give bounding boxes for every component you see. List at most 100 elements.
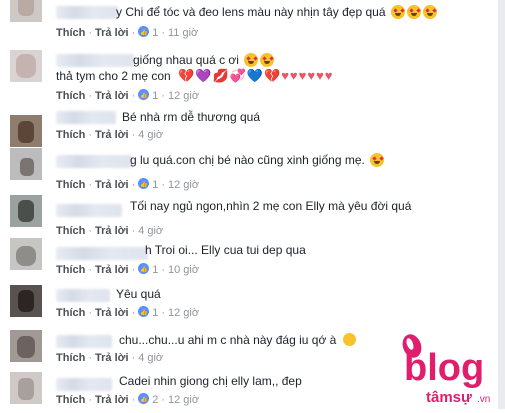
comment-actions: Thích·Trả lời·1·12 giờ bbox=[56, 306, 199, 320]
heart-emoji: ♥ bbox=[324, 68, 333, 83]
comment-text: Cadei nhin giong chị elly lam,, đep bbox=[119, 374, 302, 388]
avatar[interactable] bbox=[10, 285, 42, 317]
commenter-name[interactable] bbox=[56, 378, 112, 391]
comment-time[interactable]: 12 giờ bbox=[168, 90, 199, 102]
comment-actions: Thích · Trả lời · 4 giờ bbox=[56, 129, 164, 141]
reply-link[interactable]: Trả lời bbox=[95, 27, 129, 39]
avatar[interactable] bbox=[10, 148, 42, 180]
avatar[interactable] bbox=[10, 372, 42, 404]
commenter-name[interactable] bbox=[56, 111, 116, 124]
comment-text-line2: thả tym cho 2 mẹ con 💔💜💋💞💙💔♥♥♥♥♥♥ bbox=[56, 68, 333, 84]
like-count[interactable]: 1 bbox=[152, 179, 158, 191]
comment-time[interactable]: 10 giờ bbox=[168, 264, 199, 276]
reply-link[interactable]: Trả lời bbox=[95, 264, 129, 276]
comment-actions: Thích·Trả lời·2·12 giờ bbox=[56, 393, 199, 407]
like-count-icon bbox=[138, 393, 150, 407]
kiss-mark-emoji: 💋 bbox=[212, 68, 229, 83]
purple-heart-emoji: 💜 bbox=[195, 68, 212, 83]
like-link[interactable]: Thích bbox=[56, 307, 85, 319]
heart-eyes-emoji bbox=[422, 5, 437, 19]
comment-actions: Thích·Trả lời·1·12 giờ bbox=[56, 89, 199, 103]
broken-heart-emoji: 💔 bbox=[264, 68, 281, 83]
comment-actions: Thích · Trả lời · 4 giờ bbox=[56, 225, 164, 237]
comment-text: Bé nhà rm dễ thương quá bbox=[122, 110, 260, 124]
like-count-icon bbox=[138, 26, 150, 40]
avatar[interactable] bbox=[10, 115, 42, 147]
blue-heart-emoji: 💙 bbox=[246, 68, 264, 83]
heart-emoji: ♥ bbox=[307, 68, 316, 83]
broken-heart-emoji: 💔 bbox=[178, 68, 195, 83]
comment-text: g lu quá.con chị bé nào cũng xinh giống … bbox=[130, 153, 385, 167]
reply-link[interactable]: Trả lời bbox=[95, 307, 129, 319]
comment-time[interactable]: 11 giờ bbox=[168, 27, 198, 39]
heart-eyes-emoji bbox=[390, 5, 405, 19]
like-link[interactable]: Thích bbox=[56, 352, 85, 364]
avatar[interactable] bbox=[10, 238, 42, 270]
like-count-icon bbox=[138, 89, 150, 103]
comment-time[interactable]: 4 giờ bbox=[138, 225, 163, 237]
commenter-name[interactable] bbox=[56, 335, 112, 348]
heart-emoji: 💞 bbox=[229, 68, 246, 83]
heart-emoji: ♥ bbox=[289, 68, 298, 83]
comment-text: Yêu quá bbox=[116, 287, 161, 301]
like-count[interactable]: 1 bbox=[152, 264, 158, 276]
comment-actions: Thích·Trả lời·1·11 giờ bbox=[56, 26, 198, 40]
commenter-name[interactable] bbox=[56, 155, 132, 168]
comment-time[interactable]: 12 giờ bbox=[168, 394, 199, 406]
comment-actions: Thích·Trả lời·1·10 giờ bbox=[56, 263, 199, 277]
commenter-name[interactable] bbox=[56, 6, 118, 19]
like-count-icon bbox=[138, 306, 150, 320]
comment-actions: Thích·Trả lời·1·12 giờ bbox=[56, 178, 199, 192]
reply-link[interactable]: Trả lời bbox=[95, 225, 129, 237]
like-link[interactable]: Thích bbox=[56, 179, 85, 191]
heart-emoji: ♥ bbox=[281, 68, 289, 83]
comment-time[interactable]: 12 giờ bbox=[168, 307, 199, 319]
logo-sub-text: tâmsự bbox=[426, 389, 472, 406]
like-link[interactable]: Thích bbox=[56, 394, 85, 406]
like-link[interactable]: Thích bbox=[56, 90, 85, 102]
like-link[interactable]: Thích bbox=[56, 264, 85, 276]
commenter-name[interactable] bbox=[56, 247, 148, 260]
wink-emoji bbox=[342, 333, 356, 346]
comment-text: y Chi để tóc và đeo lens màu này nhịn tâ… bbox=[116, 5, 437, 19]
like-link[interactable]: Thích bbox=[56, 129, 85, 141]
blogtamsu-logo: blog tâmsự .vn bbox=[398, 330, 502, 408]
heart-eyes-emoji bbox=[244, 53, 259, 67]
reply-link[interactable]: Trả lời bbox=[95, 352, 129, 364]
like-count-icon bbox=[138, 263, 150, 277]
heart-eyes-emoji bbox=[370, 153, 385, 167]
reply-link[interactable]: Trả lời bbox=[95, 129, 129, 141]
comment-time[interactable]: 4 giờ bbox=[138, 352, 163, 364]
comment-actions: Thích · Trả lời · 4 giờ bbox=[56, 352, 164, 364]
comment-time[interactable]: 12 giờ bbox=[168, 179, 199, 191]
avatar[interactable] bbox=[10, 330, 42, 362]
like-count[interactable]: 2 bbox=[152, 394, 158, 406]
commenter-name[interactable] bbox=[56, 204, 122, 217]
like-count[interactable]: 1 bbox=[152, 90, 158, 102]
logo-brand-text: blog bbox=[404, 347, 484, 389]
like-count[interactable]: 1 bbox=[152, 307, 158, 319]
comment-time[interactable]: 4 giờ bbox=[138, 129, 163, 141]
heart-eyes-emoji bbox=[260, 53, 275, 67]
avatar[interactable] bbox=[10, 0, 42, 22]
comment-text: giống nhau quá c ơi bbox=[133, 53, 275, 67]
commenter-name[interactable] bbox=[56, 289, 110, 302]
like-count[interactable]: 1 bbox=[152, 27, 158, 39]
reply-link[interactable]: Trả lời bbox=[95, 90, 129, 102]
heart-emoji: ♥ bbox=[298, 68, 307, 83]
comment-text: Tối nay ngủ ngon,nhìn 2 mẹ con Elly mà y… bbox=[130, 199, 412, 213]
logo-tld-text: .vn bbox=[477, 394, 490, 405]
heart-eyes-emoji bbox=[406, 5, 421, 19]
comment-text: chu...chu...u ahi m c nhà này đág iu qớ … bbox=[119, 333, 356, 347]
reply-link[interactable]: Trả lời bbox=[95, 394, 129, 406]
reply-link[interactable]: Trả lời bbox=[95, 179, 129, 191]
avatar[interactable] bbox=[10, 50, 42, 82]
like-count-icon bbox=[138, 178, 150, 192]
heart-emoji: ♥ bbox=[316, 68, 324, 83]
comment-text: h Troi oi... Elly cua tui dep qua bbox=[145, 243, 306, 257]
like-link[interactable]: Thích bbox=[56, 27, 85, 39]
like-link[interactable]: Thích bbox=[56, 225, 85, 237]
commenter-name[interactable] bbox=[56, 54, 134, 67]
blogtamsu-logo-icon: blog tâmsự .vn bbox=[402, 334, 490, 406]
avatar[interactable] bbox=[10, 195, 42, 227]
